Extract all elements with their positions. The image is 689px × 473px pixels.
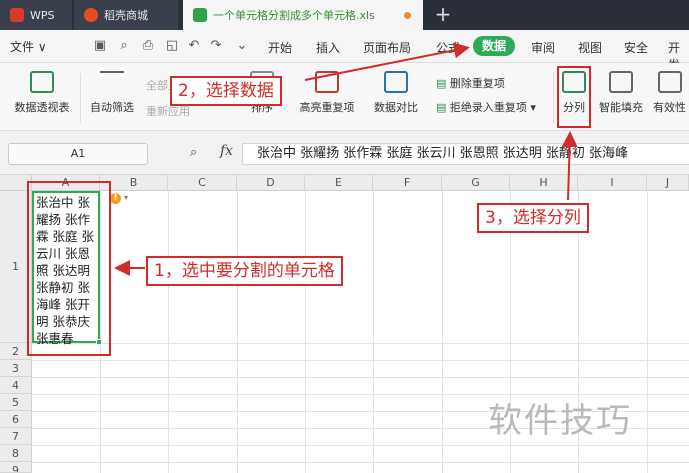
pivot-table-label: 数据透视表 [14,101,70,114]
formula-input[interactable]: 张治中 张耀扬 张作霖 张庭 张云川 张恩照 张达明 张静初 张海峰 [242,143,689,165]
tab-document[interactable]: 一个单元格分割成多个单元格.xls [183,0,423,30]
gridline [32,343,689,344]
customize-dropdown-icon[interactable]: ⌄ [234,38,250,54]
row-header-8[interactable]: 8 [0,445,32,462]
redo-icon[interactable]: ↷ [208,38,224,54]
ribbon-divider [553,73,554,123]
filter-icon [100,71,124,93]
gridline [237,191,238,473]
remove-duplicates-button[interactable]: ▤ 删除重复项 [436,75,505,91]
row-header-7[interactable]: 7 [0,428,32,445]
row-header-6[interactable]: 6 [0,411,32,428]
ribbon-divider [80,73,81,123]
reject-duplicates-label: 拒绝录入重复项 [449,101,527,114]
gridline [32,360,689,361]
watermark: 软件技巧 [488,401,632,441]
print-preview-icon[interactable]: ◱ [164,38,180,54]
highlight-split-button [557,66,591,128]
gridline [647,191,648,473]
reject-duplicates-icon: ▤ [436,101,450,114]
column-header-d[interactable]: D [237,175,305,191]
smart-fill-icon [609,71,633,93]
pivot-table-icon [30,71,54,93]
remove-duplicates-label: 删除重复项 [449,77,505,90]
highlight-duplicates-label: 高亮重复项 [299,101,355,114]
tab-docer-mall[interactable]: 稻壳商城 [74,0,178,30]
data-compare-button[interactable]: 数据对比 [366,71,426,115]
tab-wps-label: WPS [30,8,55,22]
undo-icon[interactable]: ↶ [186,38,202,54]
menu-data[interactable]: 数据 [473,36,515,56]
remove-duplicates-icon: ▤ [436,77,450,90]
highlight-duplicates-button[interactable]: 高亮重复项 [296,71,358,115]
data-validation-button[interactable]: 有效性 [650,71,689,115]
gridline [32,462,689,463]
file-menu[interactable]: 文件 ∨ [10,38,47,55]
row-header-9[interactable]: 9 [0,462,32,473]
format-painter-icon[interactable]: ⌕ [116,38,132,54]
callout-step-1: 1，选中要分割的单元格 [146,256,343,286]
gridline [32,377,689,378]
gridline [305,191,306,473]
smart-fill-button[interactable]: 智能填充 [595,71,647,115]
column-header-c[interactable]: C [168,175,237,191]
gridline [32,445,689,446]
name-box[interactable]: A1 [8,143,148,165]
column-header-f[interactable]: F [373,175,442,191]
spreadsheet-icon [193,8,207,22]
tab-mall-label: 稻壳商城 [104,9,148,22]
menu-insert[interactable]: 插入 [316,39,340,56]
tab-document-label: 一个单元格分割成多个单元格.xls [213,9,375,22]
callout-step-3: 3，选择分列 [477,203,589,233]
unsaved-dot-icon [404,11,411,19]
chevron-down-icon[interactable]: ▾ [124,193,128,202]
tab-wps[interactable]: WPS [0,0,72,30]
menu-security[interactable]: 安全 [624,39,648,56]
zoom-icon[interactable]: ⌕ [190,145,197,160]
data-compare-icon [384,71,408,93]
smart-fill-label: 智能填充 [599,101,643,114]
gridline [168,191,169,473]
autofilter-label: 自动筛选 [90,101,134,114]
docer-logo-icon [84,8,98,22]
menu-home[interactable]: 开始 [268,39,292,56]
new-tab-button[interactable]: + [428,0,458,30]
column-header-i[interactable]: I [578,175,647,191]
save-icon[interactable]: ▣ [92,38,108,54]
highlight-cell-a1 [27,181,111,356]
data-compare-label: 数据对比 [374,101,418,114]
row-header-4[interactable]: 4 [0,377,32,394]
pivot-table-button[interactable]: 数据透视表 [10,71,74,115]
row-header-3[interactable]: 3 [0,360,32,377]
gridline [442,191,443,473]
menu-page-layout[interactable]: 页面布局 [363,39,411,56]
data-validation-icon [657,71,682,93]
autofilter-button[interactable]: 自动筛选 [86,71,138,115]
title-bar: WPS 稻壳商城 一个单元格分割成多个单元格.xls + [0,0,689,30]
print-icon[interactable]: ⎙ [140,38,156,54]
insert-function-button[interactable]: fx [220,143,233,159]
menu-bar: 文件 ∨ ▣ ⌕ ⎙ ◱ ↶ ↷ ⌄ 开始 插入 页面布局 公式 数据 审阅 视… [0,30,689,72]
column-header-e[interactable]: E [305,175,373,191]
menu-view[interactable]: 视图 [578,39,602,56]
gridline [373,191,374,473]
error-check-icon[interactable]: ! [110,193,121,204]
column-header-j[interactable]: J [647,175,689,191]
formula-bar: A1 ⌕ fx 张治中 张耀扬 张作霖 张庭 张云川 张恩照 张达明 张静初 张… [0,131,689,175]
column-header-h[interactable]: H [510,175,578,191]
reject-duplicates-button[interactable]: ▤ 拒绝录入重复项 ▾ [436,99,536,115]
data-validation-label: 有效性 [653,101,686,114]
menu-review[interactable]: 审阅 [531,39,555,56]
callout-step-2: 2，选择数据 [170,76,282,106]
row-header-5[interactable]: 5 [0,394,32,411]
menu-formulas[interactable]: 公式 [436,39,460,56]
column-header-g[interactable]: G [442,175,510,191]
highlight-duplicates-icon [315,71,339,93]
wps-logo-icon [10,8,24,22]
